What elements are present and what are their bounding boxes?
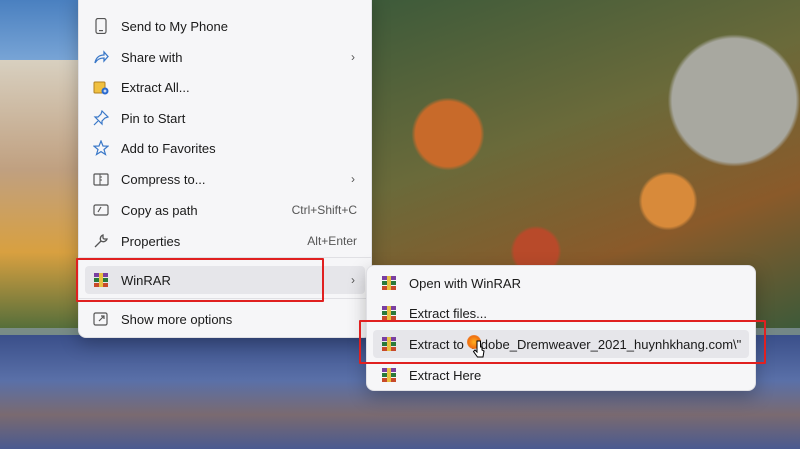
extract-all-icon xyxy=(93,79,109,95)
winrar-icon xyxy=(381,367,397,383)
menu-item-send-to-phone[interactable]: Send to My Phone xyxy=(85,12,365,40)
submenu-item-extract-files[interactable]: Extract files... xyxy=(373,299,749,327)
submenu-item-extract-to-folder[interactable]: Extract to "Adobe_Dremweaver_2021_huynhk… xyxy=(373,330,749,358)
shortcut-label: Ctrl+Shift+C xyxy=(291,203,357,217)
menu-item-label: Pin to Start xyxy=(121,110,186,126)
menu-item-label: Compress to... xyxy=(121,171,206,187)
copy-path-icon xyxy=(93,202,109,218)
star-icon xyxy=(93,140,109,156)
menu-item-pin-to-start[interactable]: Pin to Start xyxy=(85,104,365,132)
menu-item-share-with[interactable]: Share with › xyxy=(85,43,365,71)
chevron-right-icon: › xyxy=(351,172,355,186)
context-menu: Send to My Phone Share with › Extract Al… xyxy=(78,0,372,338)
share-icon xyxy=(93,49,109,65)
menu-item-compress-to[interactable]: Compress to... › xyxy=(85,165,365,193)
menu-item-label: Show more options xyxy=(121,311,233,327)
submenu-item-label: Extract to "Adobe_Dremweaver_2021_huynhk… xyxy=(409,336,742,352)
submenu-item-extract-here[interactable]: Extract Here xyxy=(373,361,749,389)
menu-item-properties[interactable]: Properties Alt+Enter xyxy=(85,227,365,255)
menu-item-label: Properties xyxy=(121,233,181,249)
menu-item-label: WinRAR xyxy=(121,272,171,288)
mouse-cursor-icon xyxy=(472,340,486,365)
winrar-icon xyxy=(381,336,397,352)
winrar-icon xyxy=(381,305,397,321)
menu-item-label: Extract All... xyxy=(121,79,190,95)
menu-item-label: Copy as path xyxy=(121,202,198,218)
menu-divider xyxy=(79,298,371,299)
compress-icon xyxy=(93,171,109,187)
menu-item-label: Send to My Phone xyxy=(121,18,228,34)
menu-item-label: Share with xyxy=(121,49,183,65)
menu-item-copy-as-path[interactable]: Copy as path Ctrl+Shift+C xyxy=(85,196,365,224)
shortcut-label: Alt+Enter xyxy=(307,234,357,248)
wallpaper-buildings xyxy=(0,60,80,335)
menu-divider xyxy=(79,257,371,258)
submenu-item-open-with-winrar[interactable]: Open with WinRAR xyxy=(373,269,749,297)
chevron-right-icon: › xyxy=(351,273,355,287)
pin-icon xyxy=(93,110,109,126)
menu-item-winrar[interactable]: WinRAR › xyxy=(85,266,365,294)
chevron-right-icon: › xyxy=(351,50,355,64)
submenu-item-label: Extract Here xyxy=(409,367,482,383)
menu-item-label: Add to Favorites xyxy=(121,140,216,156)
menu-item-add-to-favorites[interactable]: Add to Favorites xyxy=(85,134,365,162)
phone-icon xyxy=(93,18,109,34)
menu-item-extract-all[interactable]: Extract All... xyxy=(85,73,365,101)
submenu-item-label: Open with WinRAR xyxy=(409,275,521,291)
winrar-icon xyxy=(381,275,397,291)
more-options-icon xyxy=(93,311,109,327)
winrar-submenu: Open with WinRAR Extract files... Extrac… xyxy=(366,265,756,391)
menu-item-show-more-options[interactable]: Show more options xyxy=(85,305,365,333)
wrench-icon xyxy=(93,233,109,249)
winrar-icon xyxy=(93,272,109,288)
submenu-item-label: Extract files... xyxy=(409,305,488,321)
